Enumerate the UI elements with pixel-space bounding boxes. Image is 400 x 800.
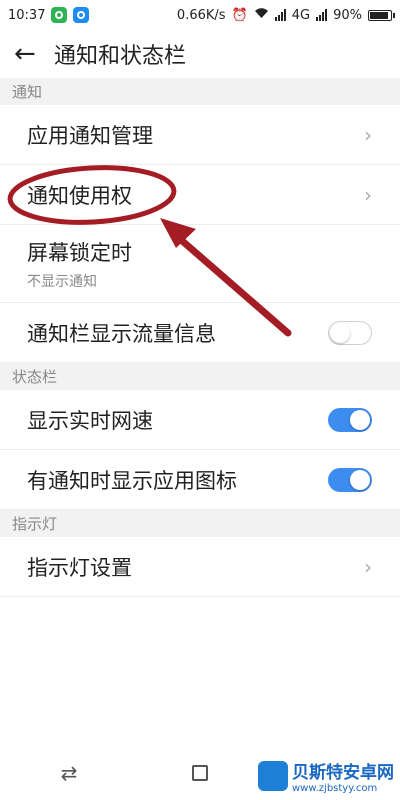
- status-time: 10:37: [8, 7, 46, 23]
- chevron-right-icon: ›: [364, 554, 372, 579]
- chevron-right-icon: ›: [364, 182, 372, 207]
- status-bar: 10:37 0.66K/s ⏰ 4G 90%: [0, 0, 400, 30]
- row-app-notify[interactable]: 应用通知管理 ›: [0, 105, 400, 165]
- watermark-text: 贝斯特安卓网 www.zjbstyy.com: [292, 758, 394, 794]
- switch-icon[interactable]: ⇄: [54, 761, 84, 785]
- row-realtime-speed[interactable]: 显示实时网速: [0, 390, 400, 450]
- row-traffic-info[interactable]: 通知栏显示流量信息: [0, 303, 400, 363]
- section-header-indicator: 指示灯: [0, 510, 400, 537]
- toggle-realtime-speed[interactable]: [328, 407, 372, 432]
- toggle-traffic-info[interactable]: [328, 320, 372, 345]
- alarm-icon: ⏰: [231, 7, 248, 23]
- back-arrow-icon[interactable]: ←: [14, 41, 44, 67]
- battery-fill: [370, 11, 389, 19]
- row-label: 有通知时显示应用图标: [27, 468, 237, 493]
- toggle-knob: [350, 469, 370, 490]
- status-right: 0.66K/s ⏰ 4G 90%: [176, 7, 395, 23]
- signal-icon-2: [316, 9, 328, 21]
- watermark-name: 贝斯特安卓网: [292, 763, 394, 783]
- battery-percent: 90%: [333, 7, 362, 23]
- wechat-notification-icon: [51, 7, 68, 23]
- network-type: 4G: [291, 7, 311, 23]
- wifi-icon: [254, 7, 269, 23]
- home-square-icon[interactable]: [192, 765, 208, 781]
- app-notification-icon: [73, 7, 90, 23]
- row-label: 屏幕锁定时: [27, 240, 132, 265]
- chevron-right-icon: ›: [364, 122, 372, 147]
- battery-icon: [368, 9, 395, 21]
- section-header-statusbar: 状态栏: [0, 363, 400, 390]
- row-lock-screen[interactable]: 屏幕锁定时 不显示通知: [0, 225, 400, 303]
- page-title: 通知和状态栏: [54, 44, 187, 69]
- status-left: 10:37: [8, 7, 90, 23]
- app-header: ← 通知和状态栏: [0, 30, 400, 78]
- row-indicator-settings[interactable]: 指示灯设置 ›: [0, 537, 400, 597]
- watermark: 贝斯特安卓网 www.zjbstyy.com: [258, 758, 394, 794]
- row-sublabel: 不显示通知: [27, 273, 97, 290]
- section-header-notify: 通知: [0, 78, 400, 105]
- toggle-knob: [330, 322, 350, 343]
- row-label: 应用通知管理: [27, 123, 153, 148]
- toggle-knob: [350, 409, 370, 430]
- watermark-logo-icon: [258, 761, 288, 791]
- row-label: 指示灯设置: [27, 555, 132, 580]
- row-notify-access[interactable]: 通知使用权 ›: [0, 165, 400, 225]
- signal-icon: [274, 9, 286, 21]
- row-label: 显示实时网速: [27, 408, 153, 433]
- row-label: 通知栏显示流量信息: [27, 321, 216, 346]
- row-label: 通知使用权: [27, 183, 132, 208]
- watermark-url: www.zjbstyy.com: [292, 783, 378, 794]
- status-speed: 0.66K/s: [176, 7, 226, 23]
- toggle-show-app-icon[interactable]: [328, 467, 372, 492]
- row-show-app-icon[interactable]: 有通知时显示应用图标: [0, 450, 400, 510]
- row-text: 屏幕锁定时 不显示通知: [27, 237, 132, 291]
